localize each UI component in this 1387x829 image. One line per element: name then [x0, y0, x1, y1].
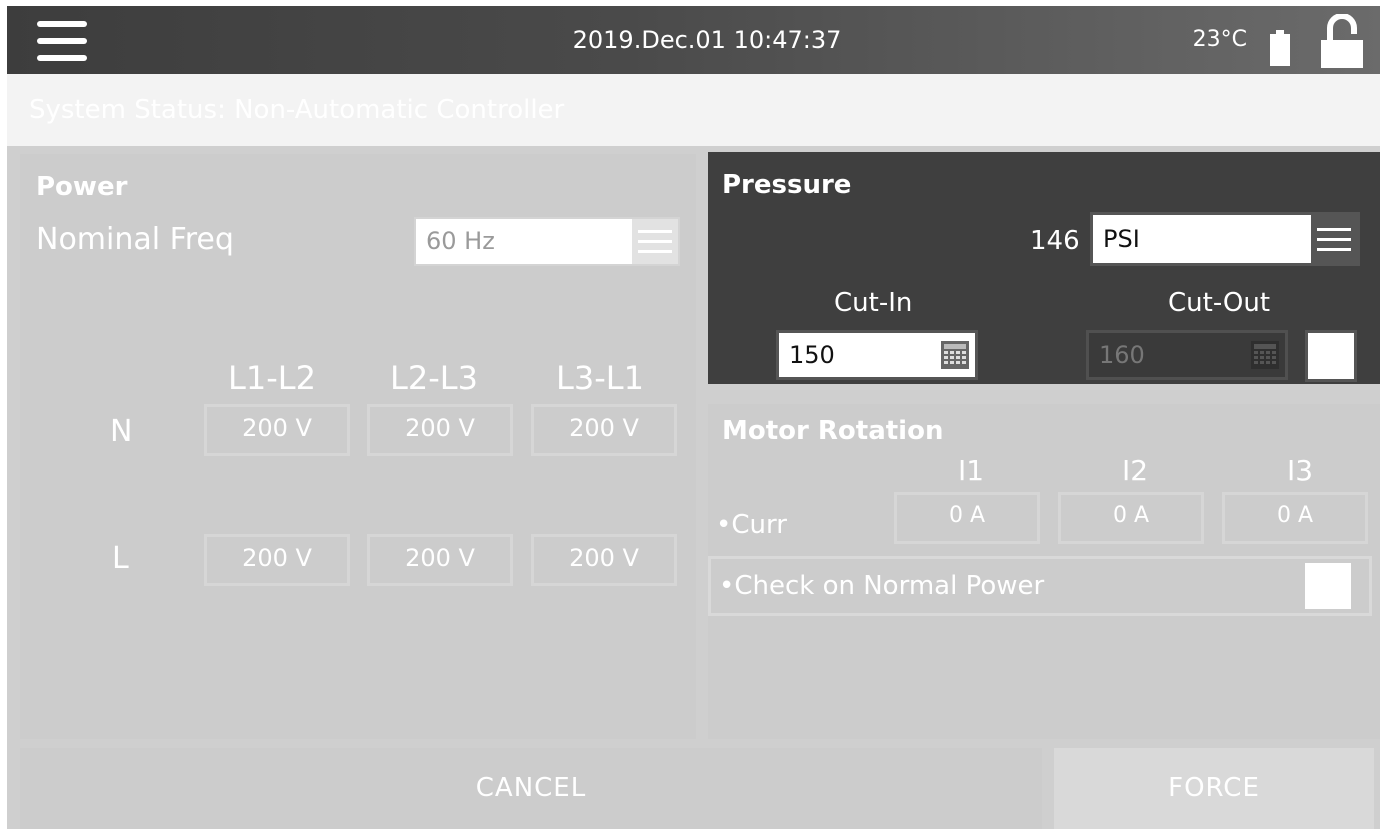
cut-out-enable-checkbox[interactable] — [1305, 330, 1357, 382]
pressure-unit-select[interactable]: PSI — [1090, 212, 1360, 266]
cut-out-label: Cut-Out — [1168, 288, 1271, 318]
temperature: 23°C — [1192, 27, 1247, 52]
curr-label: •Curr — [716, 510, 787, 540]
current-i2: 0 A — [1058, 492, 1204, 544]
power-panel: Power Nominal Freq 60 Hz L1-L2 L2-L3 L3-… — [20, 154, 696, 739]
current-i3: 0 A — [1222, 492, 1368, 544]
current-i1: 0 A — [894, 492, 1040, 544]
col-l3-l1: L3-L1 — [556, 359, 644, 397]
voltage-n-l1-l2: 200 V — [204, 404, 350, 456]
voltage-l-l2-l3: 200 V — [367, 534, 513, 586]
col-l2-l3: L2-L3 — [390, 359, 478, 397]
cut-in-field[interactable]: 150 — [776, 330, 978, 380]
list-icon[interactable] — [632, 219, 678, 264]
pressure-panel: Pressure 146 PSI Cut-In Cut-Out 150 160 — [708, 152, 1380, 384]
cut-out-field[interactable]: 160 — [1086, 330, 1288, 380]
check-normal-power-label: •Check on Normal Power — [719, 571, 1045, 601]
col-i3: I3 — [1287, 454, 1314, 487]
voltage-n-l2-l3: 200 V — [367, 404, 513, 456]
app-frame: 2019.Dec.01 10:47:37 23°C System Status:… — [7, 6, 1380, 829]
header-bar: 2019.Dec.01 10:47:37 23°C — [7, 6, 1380, 74]
nominal-freq-select[interactable]: 60 Hz — [414, 217, 680, 266]
col-i1: I1 — [958, 454, 985, 487]
voltage-n-l3-l1: 200 V — [531, 404, 677, 456]
power-title: Power — [36, 172, 128, 202]
calculator-icon[interactable] — [1245, 333, 1285, 377]
cancel-button[interactable]: CANCEL — [20, 748, 1042, 829]
check-normal-power-row: •Check on Normal Power — [708, 556, 1372, 616]
system-status-text: System Status: Non-Automatic Controller — [29, 95, 565, 125]
row-label-l: L — [112, 541, 129, 576]
nominal-freq-value: 60 Hz — [416, 219, 632, 264]
col-l1-l2: L1-L2 — [228, 359, 316, 397]
lock-open-icon[interactable] — [1319, 14, 1365, 68]
calculator-icon[interactable] — [935, 333, 975, 377]
pressure-reading: 146 — [1030, 226, 1080, 256]
nominal-freq-label: Nominal Freq — [36, 222, 234, 257]
battery-icon — [1270, 30, 1290, 66]
cut-in-value: 150 — [789, 341, 835, 369]
pressure-title: Pressure — [722, 170, 852, 200]
datetime: 2019.Dec.01 10:47:37 — [572, 26, 842, 54]
list-icon[interactable] — [1311, 215, 1357, 263]
motor-rotation-title: Motor Rotation — [722, 416, 944, 446]
cut-out-value: 160 — [1099, 341, 1145, 369]
hamburger-menu-icon[interactable] — [37, 19, 87, 63]
voltage-l-l3-l1: 200 V — [531, 534, 677, 586]
status-bar: System Status: Non-Automatic Controller — [7, 74, 1380, 146]
voltage-l-l1-l2: 200 V — [204, 534, 350, 586]
col-i2: I2 — [1122, 454, 1149, 487]
cut-in-label: Cut-In — [834, 288, 913, 318]
check-normal-power-checkbox[interactable] — [1305, 563, 1351, 609]
row-label-n: N — [110, 414, 133, 449]
pressure-unit-value: PSI — [1093, 215, 1311, 263]
force-button[interactable]: FORCE — [1054, 748, 1374, 829]
